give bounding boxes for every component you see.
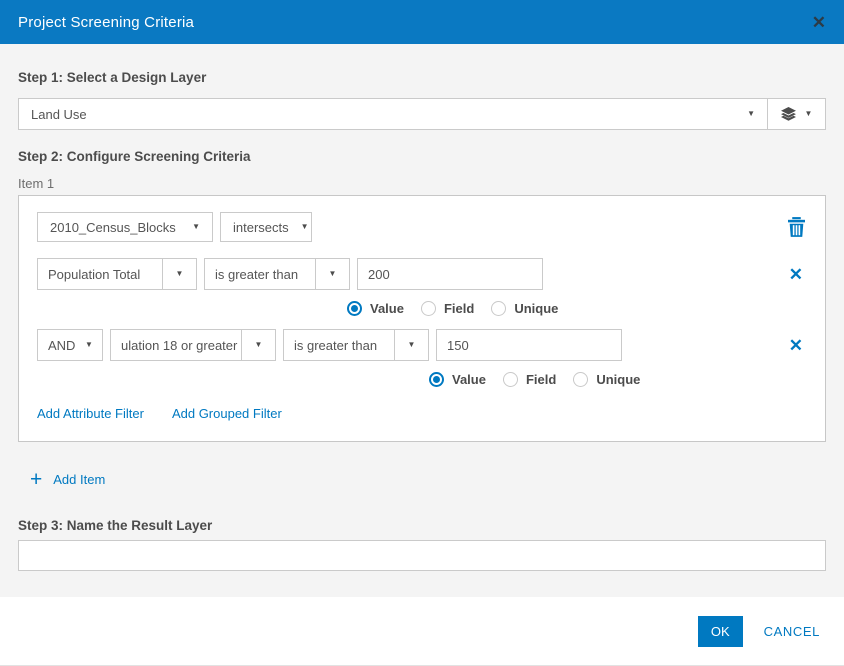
design-layer-dropdown[interactable]: Land Use ▼: [19, 99, 767, 129]
chevron-down-icon: ▼: [289, 223, 309, 231]
layers-icon: [781, 107, 796, 121]
filter1-field-dropdown[interactable]: Population Total ▼: [37, 258, 197, 290]
target-layer-value: 2010_Census_Blocks: [50, 220, 176, 235]
filter2-mode-unique[interactable]: Unique: [573, 372, 640, 387]
radio-icon[interactable]: [573, 372, 588, 387]
result-layer-name-input[interactable]: [18, 540, 826, 571]
filter1-operator-value: is greater than: [205, 267, 315, 282]
radio-selected-icon[interactable]: [347, 301, 362, 316]
chevron-down-icon: ▼: [180, 223, 200, 231]
design-layer-select: Land Use ▼ ▼: [18, 98, 826, 130]
close-icon[interactable]: ✕: [812, 14, 826, 31]
chevron-down-icon: ▼: [805, 110, 813, 118]
chevron-down-icon: ▼: [329, 270, 337, 278]
radio-icon[interactable]: [503, 372, 518, 387]
filter2-operator-value: is greater than: [284, 338, 394, 353]
design-layer-value: Land Use: [31, 107, 87, 122]
add-attribute-filter-link[interactable]: Add Attribute Filter: [37, 406, 144, 421]
step3-label: Step 3: Name the Result Layer: [18, 518, 826, 533]
step2-label: Step 2: Configure Screening Criteria: [18, 149, 826, 164]
expression-row: 2010_Census_Blocks ▼ intersects ▼: [37, 212, 807, 242]
spatial-operator-value: intersects: [233, 220, 289, 235]
remove-filter1-icon[interactable]: ✕: [789, 266, 803, 283]
filter1-field-value: Population Total: [38, 267, 162, 282]
plus-icon: +: [30, 469, 42, 490]
chevron-down-icon: ▼: [408, 341, 416, 349]
dialog-title: Project Screening Criteria: [18, 14, 194, 31]
delete-item-button[interactable]: [788, 217, 805, 237]
filter1-mode-unique[interactable]: Unique: [491, 301, 558, 316]
filter2-operator-dropdown[interactable]: is greater than ▼: [283, 329, 429, 361]
dialog-body: Step 1: Select a Design Layer Land Use ▼…: [0, 44, 844, 597]
filter2-value-input[interactable]: [436, 329, 622, 361]
trash-icon: [788, 217, 805, 237]
filter-row-2: AND ▼ ulation 18 or greater ▼ is greater…: [37, 329, 807, 361]
remove-filter2-icon[interactable]: ✕: [789, 337, 803, 354]
screening-item-panel: 2010_Census_Blocks ▼ intersects ▼: [18, 195, 826, 442]
ok-button[interactable]: OK: [698, 616, 743, 647]
filter1-operator-dropdown[interactable]: is greater than ▼: [204, 258, 350, 290]
project-screening-criteria-dialog: Project Screening Criteria ✕ Step 1: Sel…: [0, 0, 844, 666]
dialog-footer: OK CANCEL: [0, 597, 844, 665]
chevron-down-icon: ▼: [747, 110, 755, 118]
filter1-value-input[interactable]: [357, 258, 543, 290]
add-item-button[interactable]: + Add Item: [30, 469, 105, 490]
filter-row-1: Population Total ▼ is greater than ▼ ✕: [37, 258, 807, 290]
filter2-logic-value: AND: [38, 338, 76, 353]
add-grouped-filter-link[interactable]: Add Grouped Filter: [172, 406, 282, 421]
filter1-mode-field[interactable]: Field: [421, 301, 474, 316]
filter1-mode-value[interactable]: Value: [347, 301, 404, 316]
add-item-label: Add Item: [53, 472, 105, 487]
cancel-button[interactable]: CANCEL: [764, 624, 820, 639]
radio-selected-icon[interactable]: [429, 372, 444, 387]
chevron-down-icon: ▼: [85, 341, 93, 349]
radio-icon[interactable]: [421, 301, 436, 316]
dialog-header: Project Screening Criteria ✕: [0, 0, 844, 44]
filter2-field-dropdown[interactable]: ulation 18 or greater ▼: [110, 329, 276, 361]
item-label: Item 1: [18, 176, 826, 191]
filter2-mode-radios: Value Field Unique: [37, 370, 807, 388]
filter2-mode-value[interactable]: Value: [429, 372, 486, 387]
filter2-field-value: ulation 18 or greater: [111, 338, 241, 353]
chevron-down-icon: ▼: [176, 270, 184, 278]
chevron-down-icon: ▼: [255, 341, 263, 349]
filter1-mode-radios: Value Field Unique: [37, 299, 807, 317]
filter2-mode-field[interactable]: Field: [503, 372, 556, 387]
layer-tools-dropdown[interactable]: ▼: [767, 99, 825, 129]
filter-links-row: Add Attribute Filter Add Grouped Filter: [37, 406, 807, 421]
filter2-logic-dropdown[interactable]: AND ▼: [37, 329, 103, 361]
target-layer-dropdown[interactable]: 2010_Census_Blocks ▼: [37, 212, 213, 242]
radio-icon[interactable]: [491, 301, 506, 316]
step1-label: Step 1: Select a Design Layer: [18, 70, 826, 85]
spatial-operator-dropdown[interactable]: intersects ▼: [220, 212, 312, 242]
